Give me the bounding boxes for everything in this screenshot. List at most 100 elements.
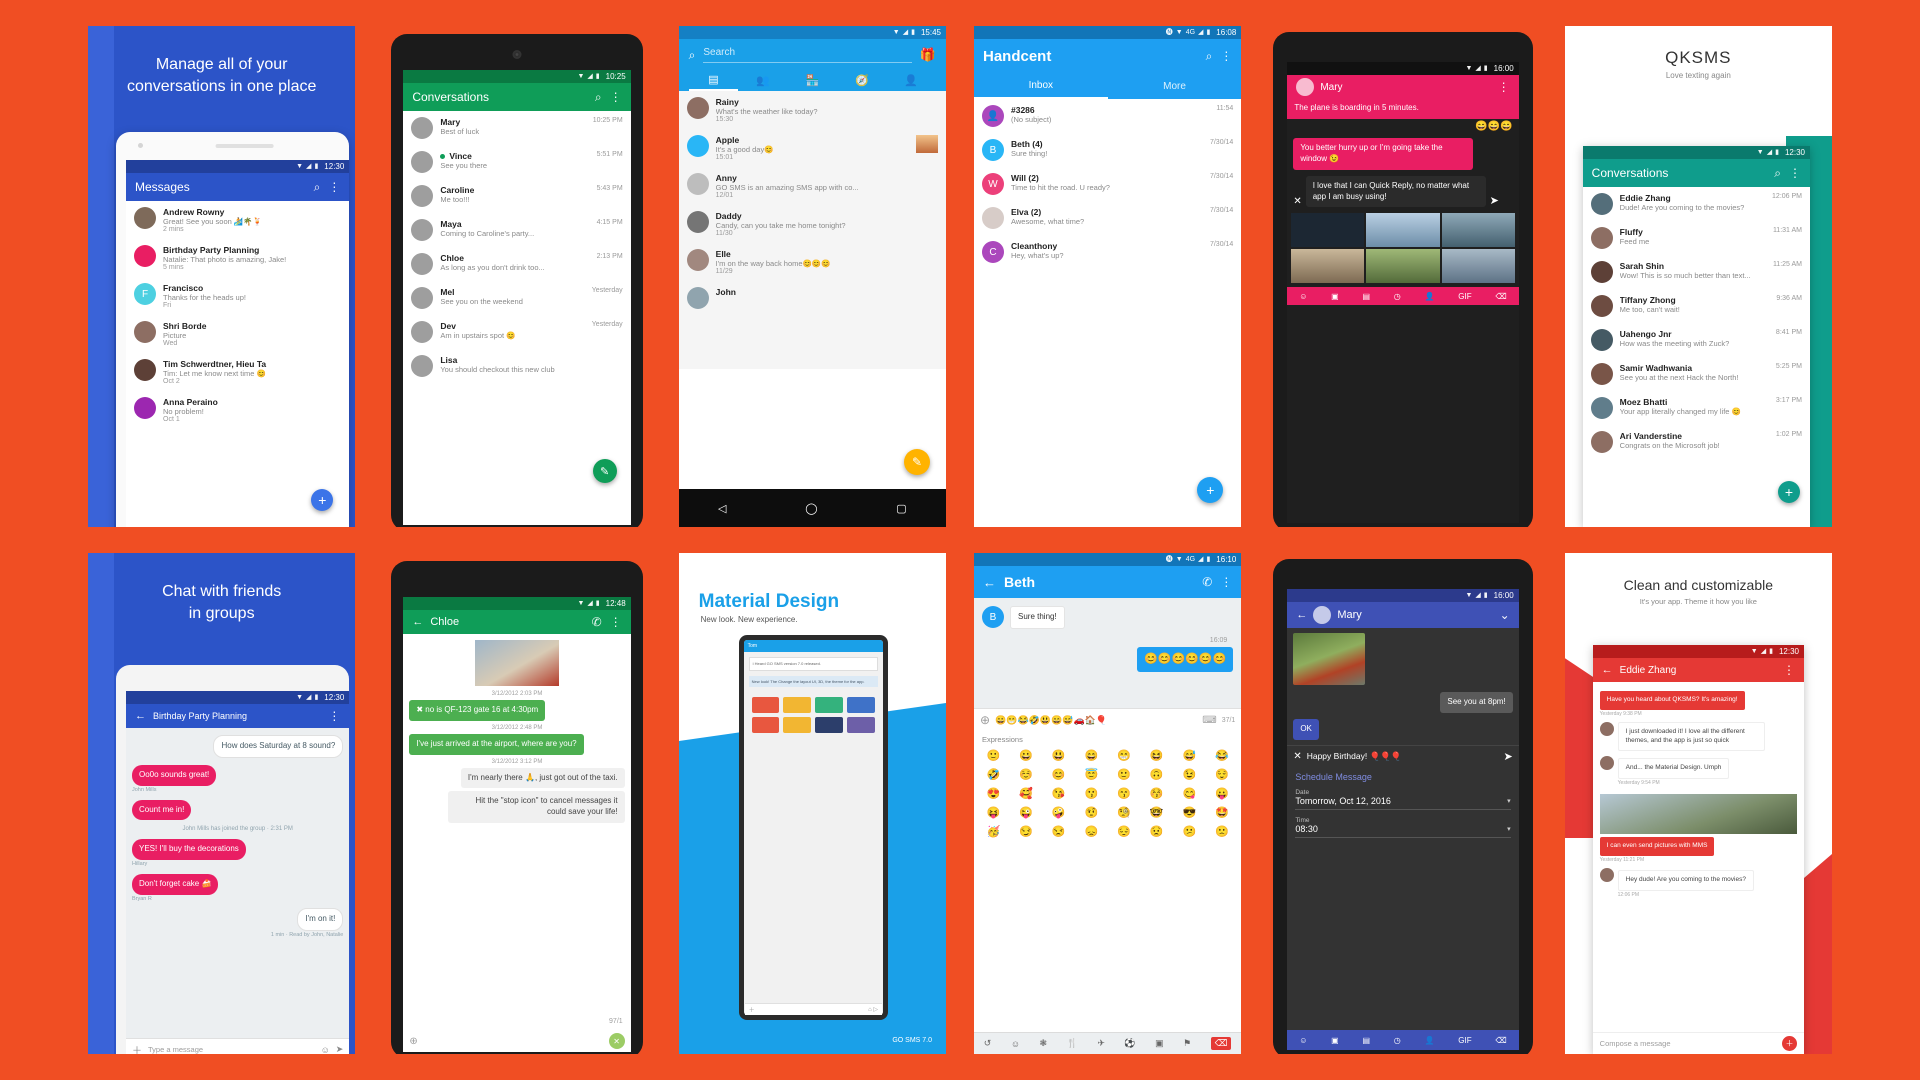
emoji-category-bar[interactable]: ↺ ☺ ❃ 🍴 ✈ ⚽ ▣ ⚑ ⌫	[974, 1032, 1242, 1054]
android-nav-bar[interactable]: ◁ ◯ ▢	[678, 489, 946, 527]
emoji-key[interactable]: 😏	[1011, 825, 1042, 838]
message-thread[interactable]: B Sure thing! 16:09 😊😊😊😊😊😊	[974, 598, 1242, 708]
emoji-key[interactable]: 😔	[1109, 825, 1140, 838]
conversation-list[interactable]: 👤 #3286 (No subject) 11:54 B Beth (4) Sure thi…	[974, 99, 1241, 269]
back-nav-icon[interactable]: ◁	[718, 502, 726, 515]
conversation-row[interactable]: C Cleanthony Hey, what's up? 7/30/14	[974, 235, 1241, 269]
conversation-row[interactable]: Anna Peraino No problem! Oct 1	[126, 391, 349, 429]
emoji-row[interactable]: 😍 🥰 😘 😗 😙 😚 😋 😛	[974, 784, 1241, 803]
attachment-thumb[interactable]	[916, 135, 938, 153]
gallery-icon[interactable]: ▤	[1362, 292, 1370, 301]
call-icon[interactable]: ✆	[592, 615, 602, 629]
conversation-row[interactable]: Lisa You should checkout this new club	[403, 349, 630, 383]
back-icon[interactable]: ←	[983, 575, 996, 590]
conversation-list[interactable]: Eddie Zhang Dude! Are you coming to the m…	[1583, 187, 1810, 459]
food-icon[interactable]: 🍴	[1067, 1038, 1078, 1049]
compose-fab[interactable]: +	[1197, 477, 1224, 503]
emoji-key[interactable]: 😕	[1174, 825, 1205, 838]
conversation-row[interactable]: Uahengo Jnr How was the meeting with Zuck…	[1583, 323, 1810, 357]
emoji-grid[interactable]: 🙂 😀 😃 😄 😁 😆 😅 😂 🤣 ☺️ 😊 😇 🙂 🙃 😉 😌 😍 🥰 😘 😗 😙 😚 😋 😛 😝 😜 🤪 🤨 🧐 🤓 😎 🤩 🥳 😏 😒 😞 😔 😟 😕…	[974, 746, 1242, 841]
search-input[interactable]: Search	[703, 47, 912, 63]
emoji-key[interactable]: 😟	[1141, 825, 1172, 838]
send-icon[interactable]: ＋	[1782, 1036, 1797, 1051]
history-icon[interactable]: ◷	[1394, 292, 1401, 301]
emoji-key[interactable]: 🙂	[1109, 768, 1140, 781]
search-icon[interactable]: ⌕	[1206, 49, 1213, 64]
overflow-icon[interactable]: ⋮	[1220, 575, 1232, 589]
conversation-row[interactable]: Daddy Candy, can you take me home tonight…	[679, 205, 946, 243]
emoji-key[interactable]: 😅	[1174, 749, 1205, 762]
add-icon[interactable]: ⊕	[409, 1036, 417, 1047]
emoji-key[interactable]: ☺️	[1011, 768, 1042, 781]
photo-attachment[interactable]	[474, 640, 559, 686]
search-icon[interactable]: ⌕	[689, 48, 696, 63]
conversation-row[interactable]: Birthday Party Planning Natalie: That pho…	[126, 239, 349, 277]
delete-icon[interactable]: ⌫	[1495, 1036, 1506, 1045]
photo-thumb[interactable]	[1366, 249, 1440, 284]
search-icon[interactable]: ⌕	[595, 90, 602, 105]
emoji-key[interactable]: 😇	[1076, 768, 1107, 781]
photo-attachment[interactable]	[1599, 794, 1797, 835]
undo-icon[interactable]: ↺	[984, 1038, 992, 1049]
conversation-row[interactable]: W Will (2) Time to hit the road. U ready? 7…	[974, 167, 1241, 201]
photo-thumb[interactable]	[1441, 213, 1515, 248]
emoji-key[interactable]: 😆	[1141, 749, 1172, 762]
gif-icon[interactable]: GIF	[1458, 1036, 1471, 1045]
emoji-key[interactable]: 😒	[1043, 825, 1074, 838]
conversation-row[interactable]: Elva (2) Awesome, what time? 7/30/14	[974, 201, 1241, 235]
emoji-icon[interactable]: ☺	[321, 1045, 330, 1055]
conversation-list[interactable]: Andrew Rowny Great! See you soon 🏄🌴🍹 2 min…	[126, 201, 349, 429]
backspace-icon[interactable]: ⌫	[1210, 1037, 1232, 1050]
conversation-row[interactable]: Apple It's a good day😊 15:01	[679, 129, 946, 167]
tab-profile[interactable]: 👤	[887, 74, 936, 87]
photo-thumb[interactable]	[1291, 249, 1365, 284]
message-thread[interactable]: 3/12/2012 2:03 PM ✖ no is QF-123 gate 16 …	[403, 634, 631, 832]
composer-input[interactable]: Happy Birthday! 🎈🎈🎈	[1307, 751, 1499, 762]
back-icon[interactable]: ←	[1602, 664, 1613, 676]
message-thread[interactable]: Have you heard about QKSMS? It's amazing…	[1593, 682, 1804, 909]
add-icon[interactable]: ⊕	[980, 713, 990, 727]
emoji-key[interactable]: 🤨	[1076, 806, 1107, 819]
conversation-row[interactable]: Chloe As long as you don't drink too... 2:…	[403, 247, 630, 281]
conversation-row[interactable]: Ari Vanderstine Congrats on the Microsoft…	[1583, 425, 1810, 459]
keyboard-icon[interactable]: ⌨	[1202, 715, 1216, 726]
emoji-key[interactable]: 🙁	[1207, 825, 1238, 838]
conversation-row[interactable]: Mary Best of luck 10:25 PM	[403, 111, 630, 145]
media-toolbar[interactable]: ☺ ▣ ▤ ◷ 👤 GIF ⌫	[1287, 287, 1519, 306]
schedule-time-value[interactable]: 08:30	[1295, 824, 1501, 834]
conversation-row[interactable]: Moez Bhatti Your app literally changed my…	[1583, 391, 1810, 425]
conversation-row[interactable]: John	[679, 281, 946, 315]
composer-input[interactable]: Type a message	[148, 1045, 315, 1054]
emoji-key[interactable]: 😙	[1109, 787, 1140, 800]
schedule-panel[interactable]: Schedule Message Date Tomorrow, Oct 12, …	[1287, 766, 1519, 846]
conversation-row[interactable]: Samir Wadhwania See you at the next Hack …	[1583, 357, 1810, 391]
conversation-row[interactable]: Tiffany Zhong Me too, can't wait! 9:36 AM	[1583, 289, 1810, 323]
overflow-icon[interactable]: ⋮	[1220, 49, 1232, 63]
camera-icon[interactable]: ▣	[1331, 1036, 1339, 1045]
camera-icon[interactable]: ▣	[1331, 292, 1339, 301]
conversation-row[interactable]: Elle I'm on the way back home😊😊😊 11/29	[679, 243, 946, 281]
back-icon[interactable]: ←	[135, 710, 146, 722]
emoji-key[interactable]: 😂	[1207, 749, 1238, 762]
flag-icon[interactable]: ⚑	[1183, 1038, 1191, 1049]
object-icon[interactable]: ▣	[1155, 1038, 1164, 1049]
conversation-row[interactable]: Vince See you there 5:51 PM	[403, 145, 630, 179]
emoji-key[interactable]: 😉	[1174, 768, 1205, 781]
conversation-row[interactable]: Maya Coming to Caroline's party... 4:15 PM	[403, 213, 630, 247]
emoji-icon[interactable]: ☺	[1299, 1036, 1307, 1045]
photo-thumb[interactable]	[1366, 213, 1440, 248]
tab-bar[interactable]: ▤ 👥 🏪 🧭 👤	[688, 69, 936, 91]
conversation-row[interactable]: 👤 #3286 (No subject) 11:54	[974, 99, 1241, 133]
emoji-icon[interactable]: ☺	[1299, 292, 1307, 301]
message-thread[interactable]: How does Saturday at 8 sound? Oo0o sounds…	[126, 728, 349, 951]
overflow-icon[interactable]: ⋮	[328, 709, 340, 723]
conversation-row[interactable]: Eddie Zhang Dude! Are you coming to the m…	[1583, 187, 1810, 221]
emoji-key[interactable]: 😞	[1076, 825, 1107, 838]
conversation-row[interactable]: Shri Borde Picture Wed	[126, 315, 349, 353]
tab-inbox[interactable]: Inbox	[974, 73, 1108, 99]
conversation-row[interactable]: Dev Am in upstairs spot 😊 Yesterday	[403, 315, 630, 349]
compose-fab[interactable]: +	[1778, 481, 1800, 503]
conversation-row[interactable]: B Beth (4) Sure thing! 7/30/14	[974, 133, 1241, 167]
tab-store[interactable]: 🏪	[788, 74, 837, 87]
chevron-down-icon[interactable]: ▾	[1507, 825, 1511, 833]
